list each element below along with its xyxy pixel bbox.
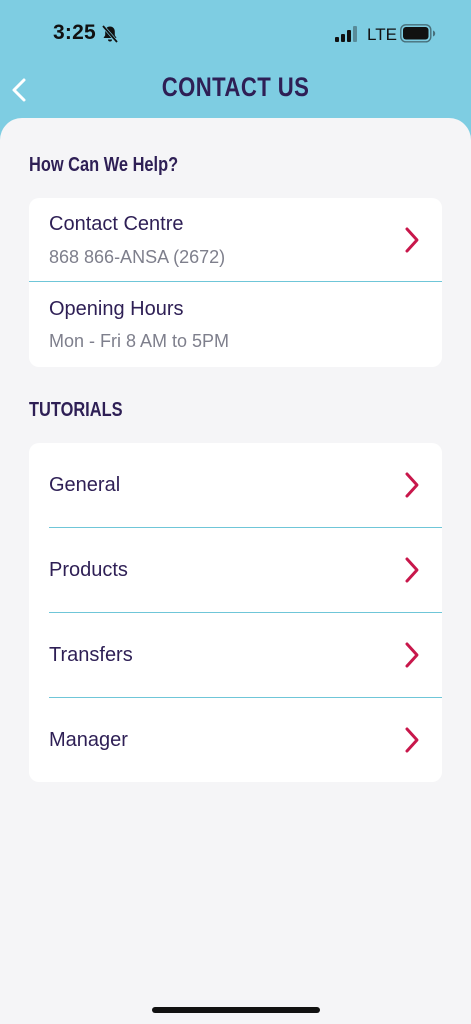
contact-centre-title: Contact Centre bbox=[49, 213, 184, 235]
chevron-left-icon[interactable] bbox=[6, 74, 34, 106]
opening-hours-title: Opening Hours bbox=[49, 298, 184, 320]
tutorials-card: General Products Transfers Manager bbox=[29, 443, 442, 782]
navigation-bar: CONTACT US bbox=[0, 62, 471, 118]
home-indicator bbox=[152, 1007, 320, 1013]
battery-icon bbox=[400, 24, 436, 43]
tutorial-item-label: Transfers bbox=[49, 644, 133, 666]
page-title: CONTACT US bbox=[161, 72, 310, 102]
tutorial-item-label: General bbox=[49, 474, 121, 496]
opening-hours-row: Opening Hours Mon - Fri 8 AM to 5PM bbox=[29, 282, 442, 367]
tutorial-item-manager[interactable]: Manager bbox=[29, 698, 442, 782]
chevron-right-icon bbox=[405, 642, 419, 668]
tutorial-item-general[interactable]: General bbox=[29, 443, 442, 528]
section-title-help: How Can We Help? bbox=[29, 154, 179, 176]
network-type: LTE bbox=[367, 25, 397, 44]
chevron-right-icon bbox=[405, 227, 419, 253]
help-card: Contact Centre 868 866-ANSA (2672) Openi… bbox=[29, 198, 442, 367]
chevron-right-icon bbox=[405, 557, 419, 583]
status-bar: 3:25 LTE bbox=[0, 0, 471, 62]
tutorial-item-products[interactable]: Products bbox=[29, 528, 442, 613]
tutorial-item-label: Manager bbox=[49, 729, 128, 751]
cellular-signal-icon bbox=[335, 26, 357, 42]
status-time: 3:25 bbox=[53, 21, 96, 44]
bell-slash-icon bbox=[101, 24, 119, 44]
content-sheet: How Can We Help? Contact Centre 868 866-… bbox=[0, 118, 471, 1024]
tutorial-item-label: Products bbox=[49, 559, 128, 581]
contact-centre-phone: 868 866-ANSA (2672) bbox=[49, 247, 226, 267]
chevron-right-icon bbox=[405, 727, 419, 753]
chevron-right-icon bbox=[405, 472, 419, 498]
contact-centre-row[interactable]: Contact Centre 868 866-ANSA (2672) bbox=[29, 198, 442, 282]
opening-hours-value: Mon - Fri 8 AM to 5PM bbox=[49, 331, 230, 351]
section-title-tutorials: TUTORIALS bbox=[29, 399, 123, 421]
tutorial-item-transfers[interactable]: Transfers bbox=[29, 613, 442, 698]
